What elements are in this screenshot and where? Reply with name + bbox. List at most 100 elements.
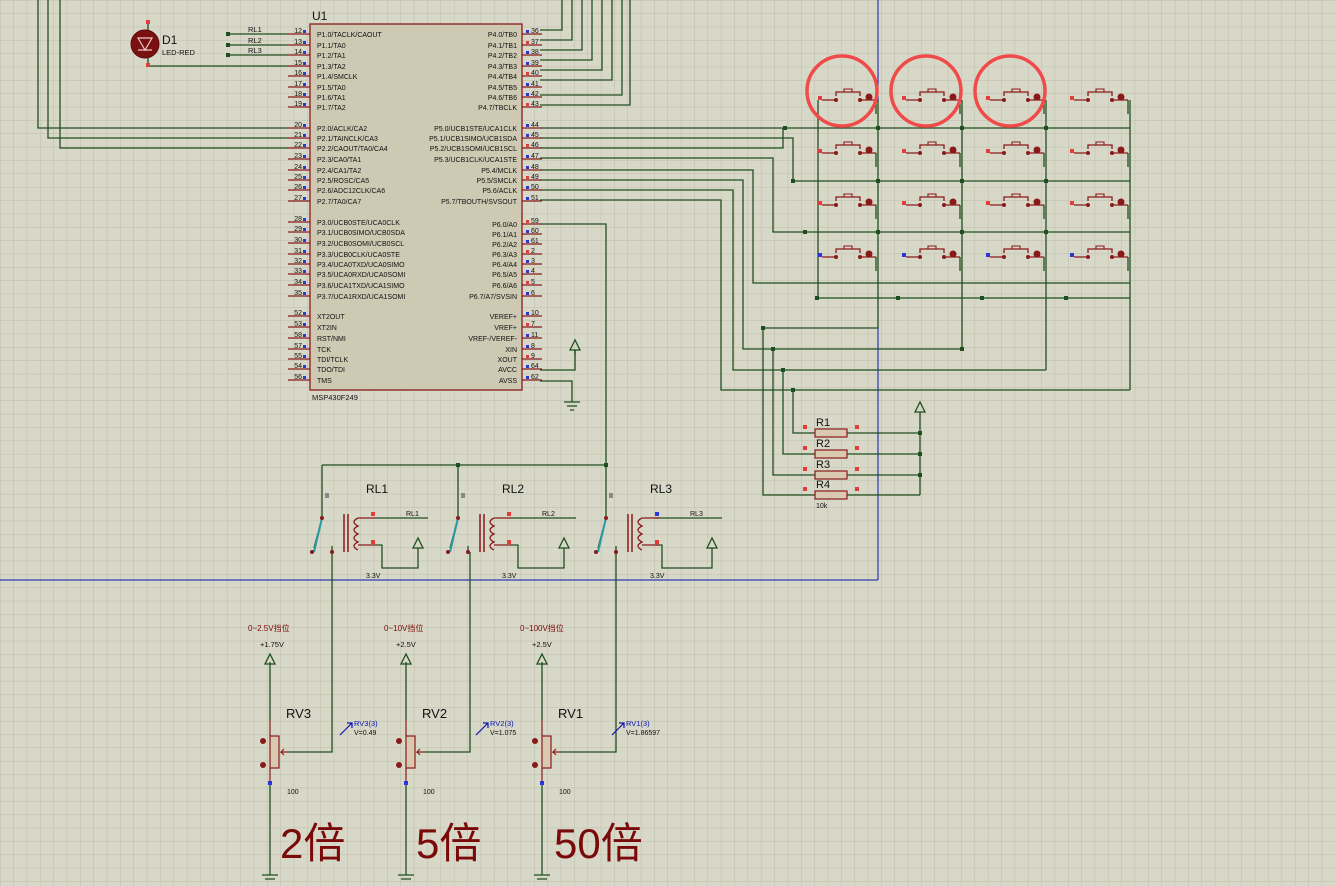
led-ref: D1 — [162, 33, 178, 47]
mcu-pin-number: 35 — [294, 290, 302, 297]
mcu-pin-number: 48 — [531, 164, 539, 171]
mcu-pin-number: 42 — [531, 91, 539, 98]
mcu-pin-number: 26 — [294, 184, 302, 191]
mcu-pin-name: P5.7/TBOUTH/SVSOUT — [441, 199, 518, 206]
mcu-pin-name: AVSS — [499, 378, 517, 385]
relay-ref: RL3 — [650, 482, 672, 496]
resistor-ref: R2 — [816, 438, 830, 450]
mcu-pin-number: 29 — [294, 226, 302, 233]
pot-ref: RV3 — [286, 706, 311, 721]
mcu-pin-name: P1.7/TA2 — [317, 105, 346, 112]
mcu-part: MSP430F249 — [312, 393, 358, 402]
mcu-pin-name: P5.3/UCB1CLK/UCA1STE — [434, 157, 517, 164]
mcu-pin-number: 56 — [294, 374, 302, 381]
mcu-pin-number: 9 — [531, 353, 535, 360]
resistor-ref: R1 — [816, 417, 830, 429]
relay-ref: RL1 — [366, 482, 388, 496]
schematic-canvas[interactable]: U1 MSP430F249 12 P1.0/TACLK/CAOUT 13 P1.1/T… — [0, 0, 1335, 886]
mcu-pin-name: P5.4/MCLK — [481, 168, 517, 175]
relay-supply-label: 3.3V — [650, 573, 665, 580]
relay-supply-label: 3.3V — [366, 573, 381, 580]
led-body — [130, 29, 160, 59]
mcu-pin-name: P3.7/UCA1RXD/UCA1SOMI — [317, 294, 405, 301]
mcu-pin-name: P3.2/UCB0SOMI/UCB0SCL — [317, 241, 404, 248]
mcu-pin-name: P2.1/TAINCLK/CA3 — [317, 136, 378, 143]
probe-value: V=1.075 — [490, 730, 516, 737]
mcu-pin-name: P3.1/UCB0SIMO/UCB0SDA — [317, 230, 405, 237]
mcu-pin-name: P6.7/A7/SVSIN — [469, 294, 517, 301]
net-label-rl3: RL3 — [248, 46, 262, 55]
net-labels-p1: RL1 RL2 RL3 — [248, 25, 262, 55]
mcu-pin-name: XOUT — [498, 357, 518, 364]
mcu-pin-name: P4.5/TB5 — [488, 85, 517, 92]
relay-supply-label: 3.3V — [502, 573, 517, 580]
mcu-pin-number: 49 — [531, 174, 539, 181]
mcu-pin-number: 3 — [531, 258, 535, 265]
mcu-pin-number: 13 — [294, 39, 302, 46]
mcu-pin-name: P4.1/TB1 — [488, 43, 517, 50]
mcu-pin-number: 27 — [294, 195, 302, 202]
mcu-pin-number: 22 — [294, 142, 302, 149]
mcu-pin-number: 2 — [531, 248, 535, 255]
mcu-pin-number: 14 — [294, 49, 302, 56]
mcu-pin-number: 39 — [531, 60, 539, 67]
mcu-pin-number: 52 — [294, 310, 302, 317]
mcu-pin-number: 4 — [531, 268, 535, 275]
mcu-pin-name: P4.4/TB4 — [488, 74, 517, 81]
mcu-pin-number: 15 — [294, 60, 302, 67]
mcu-pin-number: 55 — [294, 353, 302, 360]
net-label-rl1: RL1 — [248, 25, 262, 34]
mcu-pin-name: P5.6/ACLK — [482, 188, 517, 195]
mcu-pin-name: P2.5/ROSC/CA5 — [317, 178, 369, 185]
mcu-pin-number: 34 — [294, 279, 302, 286]
mcu-pin-number: 5 — [531, 279, 535, 286]
relay-net-label: RL2 — [542, 511, 555, 518]
mcu-pin-name: P4.3/TB3 — [488, 64, 517, 71]
resistor-value: 10k — [816, 503, 828, 510]
mcu-pin-name: XT2OUT — [317, 314, 345, 321]
mcu-pin-number: 46 — [531, 142, 539, 149]
mcu-pin-name: P6.5/A5 — [492, 272, 517, 279]
mcu-pin-name: XT2IN — [317, 325, 337, 332]
mcu-pin-name: TDI/TCLK — [317, 357, 348, 364]
mcu-pin-name: AVCC — [498, 367, 517, 374]
probe-name: RV2(3) — [490, 719, 514, 728]
mcu-pin-number: 23 — [294, 153, 302, 160]
pot-ref: RV1 — [558, 706, 583, 721]
probe-name: RV1(3) — [626, 719, 650, 728]
pot-supply-voltage: +2.5V — [396, 640, 416, 649]
mcu-pin-number: 18 — [294, 91, 302, 98]
mcu-pin-number: 59 — [531, 218, 539, 225]
mcu-u1[interactable]: U1 MSP430F249 12 P1.0/TACLK/CAOUT 13 P1.1/T… — [288, 9, 542, 402]
gain-label: 5倍 — [416, 820, 481, 867]
mcu-pin-name: P6.3/A3 — [492, 252, 517, 259]
relay-ref: RL2 — [502, 482, 524, 496]
mcu-pin-name: P6.1/A1 — [492, 232, 517, 239]
mcu-pin-name: P2.3/CA0/TA1 — [317, 157, 361, 164]
mcu-pin-name: VREF+ — [494, 325, 517, 332]
mcu-pin-number: 37 — [531, 39, 539, 46]
gain-label: 50倍 — [554, 820, 643, 867]
mcu-pin-number: 17 — [294, 81, 302, 88]
mcu-pin-name: P5.0/UCB1STE/UCA1CLK — [434, 126, 517, 133]
mcu-pin-name: P2.7/TA0/CA7 — [317, 199, 361, 206]
mcu-pin-number: 12 — [294, 28, 302, 35]
mcu-pin-number: 28 — [294, 216, 302, 223]
mcu-pin-name: VREF-/VEREF- — [468, 336, 517, 343]
mcu-pin-number: 36 — [531, 28, 539, 35]
mcu-pin-number: 44 — [531, 122, 539, 129]
mcu-pin-name: P3.3/UCB0CLK/UCA0STE — [317, 252, 400, 259]
mcu-pin-name: P1.2/TA1 — [317, 53, 346, 60]
mcu-pin-name: P1.0/TACLK/CAOUT — [317, 32, 383, 39]
mcu-pin-name: P4.6/TB6 — [488, 95, 517, 102]
pot-supply-voltage: +2.5V — [532, 640, 552, 649]
mcu-pin-number: 45 — [531, 132, 539, 139]
mcu-pin-name: P3.5/UCA0RXD/UCA0SOMI — [317, 272, 405, 279]
mcu-pin-name: TMS — [317, 378, 332, 385]
mcu-pin-number: 47 — [531, 153, 539, 160]
mcu-pin-number: 25 — [294, 174, 302, 181]
mcu-pin-number: 64 — [531, 363, 539, 370]
probe-name: RV3(3) — [354, 719, 378, 728]
resistor-ref: R4 — [816, 479, 830, 491]
mcu-pin-number: 41 — [531, 81, 539, 88]
